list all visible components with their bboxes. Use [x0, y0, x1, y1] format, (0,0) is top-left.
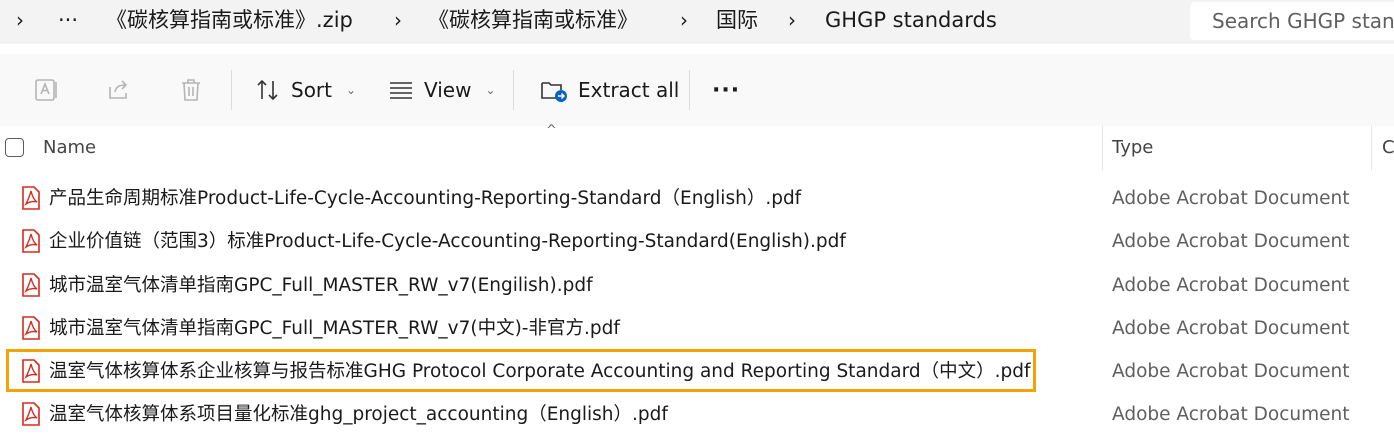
chevron-down-icon: ⌄ [346, 83, 357, 97]
more-options-icon: ··· [712, 77, 741, 103]
breadcrumb-item-current[interactable]: GHGP standards [825, 0, 997, 40]
file-name: 城市温室气体清单指南GPC_Full_MASTER_RW_v7(Engilish… [49, 274, 593, 296]
sort-button[interactable]: Sort ⌄ [255, 68, 356, 112]
command-bar: Sort ⌄ View ⌄ Extract all ··· [0, 54, 1394, 127]
pdf-file-icon [22, 229, 40, 254]
search-box[interactable]: Search GHGP standards [1190, 2, 1394, 40]
rename-button[interactable] [34, 68, 60, 112]
file-type: Adobe Acrobat Document [1112, 361, 1350, 383]
file-name: 温室气体核算体系项目量化标准ghg_project_accounting（Eng… [49, 404, 668, 426]
file-row[interactable]: 温室气体核算体系企业核算与报告标准GHG Protocol Corporate … [0, 350, 1394, 393]
expand-chevron-icon[interactable]: › [16, 0, 24, 40]
extract-all-button[interactable]: Extract all [540, 68, 679, 112]
file-type: Adobe Acrobat Document [1112, 317, 1350, 339]
file-type: Adobe Acrobat Document [1112, 404, 1350, 426]
pdf-file-icon [22, 272, 40, 297]
address-bar: › ··· 《碳核算指南或标准》.zip › 《碳核算指南或标准》 › 国际 ›… [0, 0, 1394, 44]
file-type: Adobe Acrobat Document [1112, 231, 1350, 253]
toolbar-separator [689, 70, 690, 110]
more-options-button[interactable]: ··· [712, 68, 740, 112]
file-row[interactable]: 城市温室气体清单指南GPC_Full_MASTER_RW_v7(Engilish… [0, 264, 1394, 307]
pdf-file-icon [22, 186, 40, 210]
column-divider[interactable] [1102, 126, 1103, 170]
share-icon [109, 80, 128, 99]
breadcrumb: › ··· 《碳核算指南或标准》.zip › 《碳核算指南或标准》 › 国际 ›… [0, 0, 1180, 44]
extract-folder-icon [541, 82, 567, 102]
search-placeholder: Search GHGP standards [1212, 9, 1394, 33]
breadcrumb-item-international[interactable]: 国际 [716, 0, 758, 40]
column-header: ^ Name Type C [0, 123, 1394, 170]
file-row[interactable]: 企业价值链（范围3）标准Product-Life-Cycle-Accountin… [0, 220, 1394, 263]
chevron-right-icon[interactable]: › [788, 0, 796, 40]
file-type: Adobe Acrobat Document [1112, 188, 1350, 209]
chevron-right-icon[interactable]: › [680, 0, 688, 40]
view-label: View [424, 78, 472, 102]
sort-label: Sort [291, 78, 332, 102]
file-name: 企业价值链（范围3）标准Product-Life-Cycle-Accountin… [49, 231, 846, 253]
file-name: 城市温室气体清单指南GPC_Full_MASTER_RW_v7(中文)-非官方.… [49, 317, 620, 339]
trash-icon [182, 79, 200, 101]
file-name: 温室气体核算体系企业核算与报告标准GHG Protocol Corporate … [49, 361, 1031, 383]
file-row[interactable]: 产品生命周期标准Product-Life-Cycle-Accounting-Re… [0, 177, 1394, 220]
view-button[interactable]: View ⌄ [388, 68, 496, 112]
column-header-compressed[interactable]: C [1382, 126, 1394, 170]
select-all-checkbox[interactable] [5, 138, 24, 157]
file-type: Adobe Acrobat Document [1112, 274, 1350, 296]
file-name: 产品生命周期标准Product-Life-Cycle-Accounting-Re… [49, 188, 802, 209]
rename-icon [35, 79, 57, 101]
view-list-icon [390, 82, 412, 99]
file-row[interactable]: 温室气体核算体系项目量化标准ghg_project_accounting（Eng… [0, 393, 1394, 436]
chevron-down-icon: ⌄ [485, 83, 496, 97]
pdf-file-icon [22, 402, 40, 427]
chevron-right-icon[interactable]: › [394, 0, 402, 40]
breadcrumb-item-folder[interactable]: 《碳核算指南或标准》 [428, 0, 638, 40]
toolbar-separator [513, 70, 514, 110]
sort-ascending-icon: ^ [546, 123, 557, 138]
share-button[interactable] [106, 68, 132, 112]
delete-button[interactable] [178, 68, 204, 112]
pdf-file-icon [22, 316, 40, 340]
extract-all-label: Extract all [578, 78, 680, 102]
file-list: 产品生命周期标准Product-Life-Cycle-Accounting-Re… [0, 177, 1394, 437]
breadcrumb-overflow[interactable]: ··· [58, 0, 78, 40]
toolbar-separator [231, 70, 232, 110]
breadcrumb-item-zip[interactable]: 《碳核算指南或标准》.zip [106, 0, 353, 40]
pdf-file-icon [22, 359, 40, 383]
column-header-name[interactable]: Name [43, 126, 96, 170]
file-row[interactable]: 城市温室气体清单指南GPC_Full_MASTER_RW_v7(中文)-非官方.… [0, 307, 1394, 350]
column-divider[interactable] [1371, 126, 1372, 170]
sort-icon [257, 79, 278, 101]
column-header-type[interactable]: Type [1112, 126, 1153, 170]
